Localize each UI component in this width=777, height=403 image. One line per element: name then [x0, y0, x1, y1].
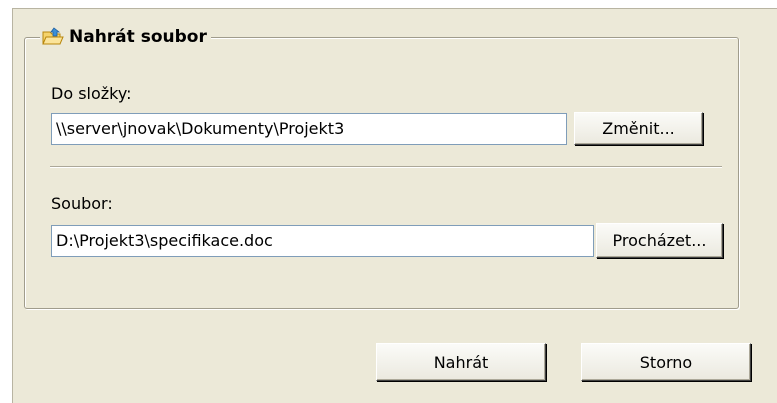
browse-button[interactable]: Procházet...: [596, 223, 723, 258]
change-folder-button[interactable]: Změnit...: [574, 112, 703, 145]
file-input[interactable]: D:\Projekt3\specifikace.doc: [51, 225, 594, 257]
upload-button[interactable]: Nahrát: [376, 343, 546, 381]
groupbox-title: Nahrát soubor: [69, 27, 207, 47]
folder-input[interactable]: \\server\jnovak\Dokumenty\Projekt3: [51, 113, 567, 145]
section-separator: [50, 166, 722, 168]
folder-upload-icon: [42, 27, 64, 47]
folder-label: Do složky:: [51, 84, 132, 103]
upload-groupbox: [24, 37, 739, 309]
groupbox-legend: Nahrát soubor: [40, 25, 211, 49]
cancel-button[interactable]: Storno: [581, 343, 751, 381]
file-label: Soubor:: [51, 194, 113, 213]
